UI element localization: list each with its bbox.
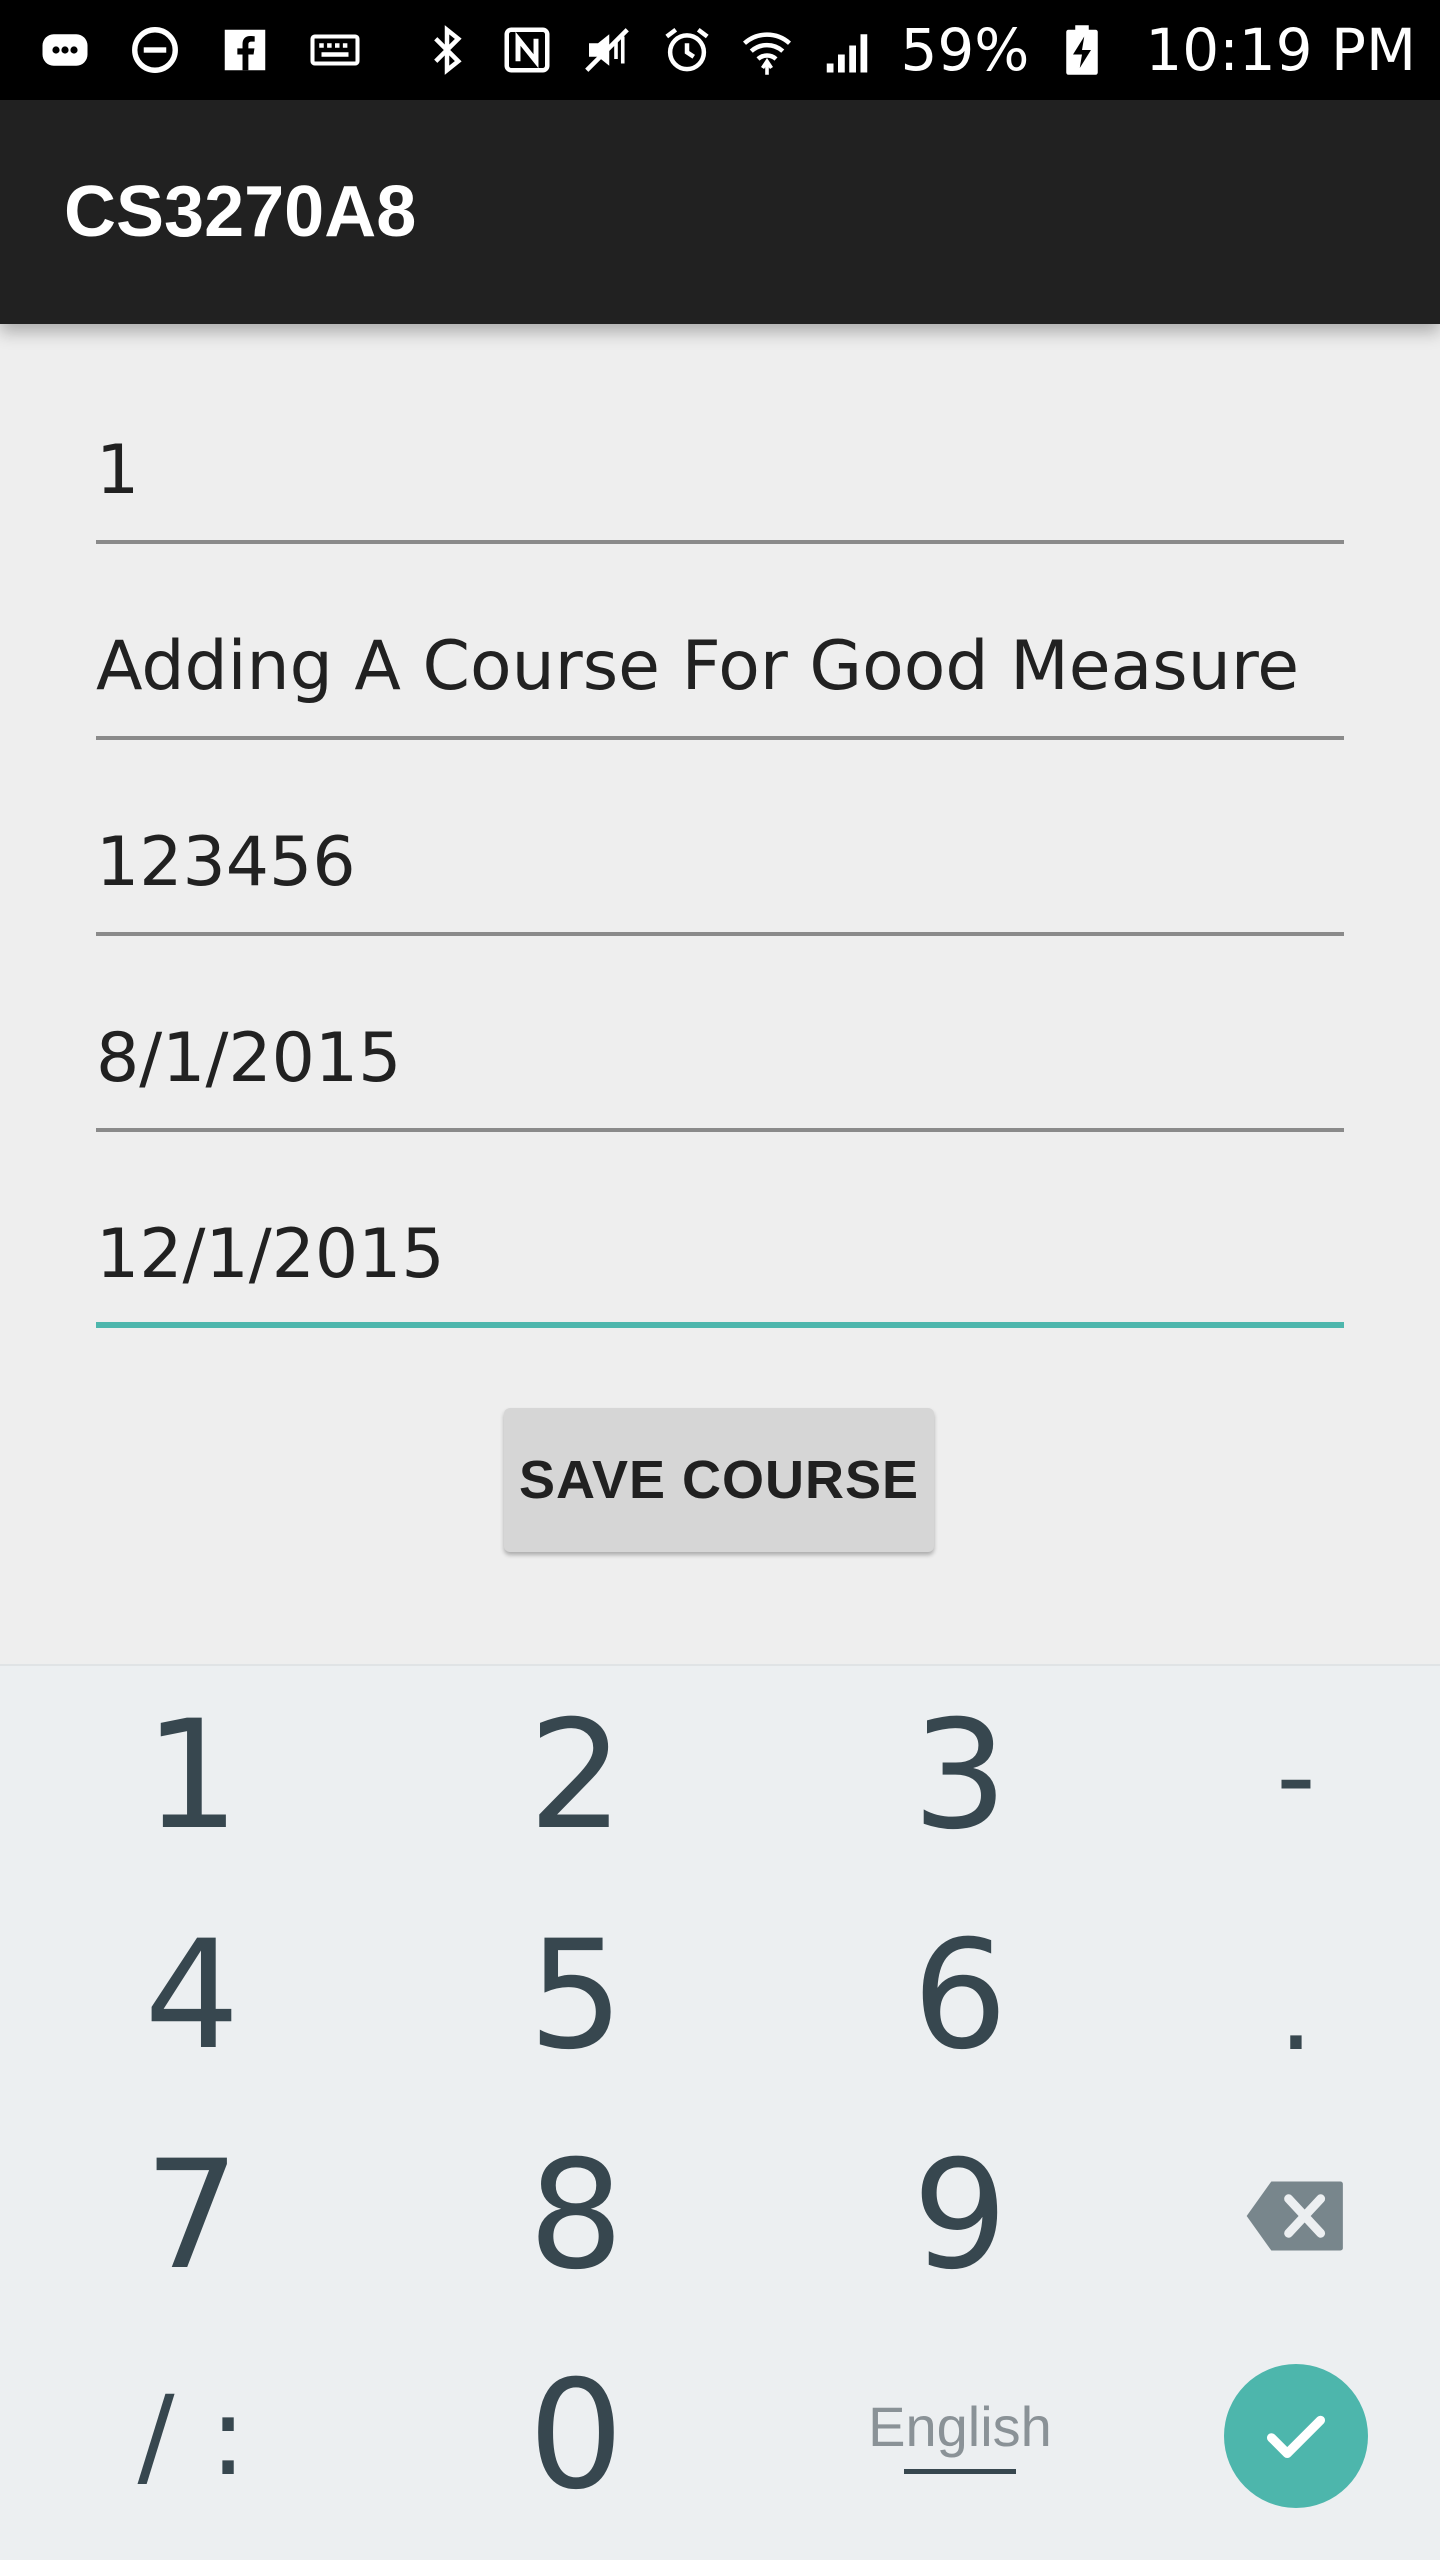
field-underline-focused [96, 1322, 1344, 1328]
key-1[interactable]: 1 [42, 1666, 342, 1886]
numeric-keyboard: 1 2 3 - 4 5 6 . 7 8 9 / : 0 English [0, 1664, 1440, 2560]
course-code-field[interactable]: 123456 [96, 816, 1344, 936]
facebook-icon [218, 23, 272, 77]
clock: 10:19 PM [1145, 16, 1416, 84]
key-9[interactable]: 9 [810, 2106, 1110, 2326]
save-course-button[interactable]: SAVE COURSE [504, 1408, 934, 1552]
app-bar: CS3270A8 [0, 100, 1440, 324]
language-switch-key[interactable]: English [810, 2326, 1110, 2546]
battery-percentage: 59% [900, 16, 1030, 84]
field-underline [96, 1128, 1344, 1132]
backspace-key[interactable] [1146, 2106, 1440, 2326]
key-3[interactable]: 3 [810, 1666, 1110, 1886]
keyboard-icon [308, 23, 362, 77]
key-8[interactable]: 8 [426, 2106, 726, 2326]
signal-icon [820, 23, 874, 77]
status-right-icons: 59% 10:19 PM [420, 16, 1416, 84]
bluetooth-icon [420, 23, 474, 77]
end-date-field[interactable]: 12/1/2015 [96, 1208, 1344, 1328]
key-4[interactable]: 4 [42, 1886, 342, 2106]
key-minus[interactable]: - [1146, 1666, 1440, 1886]
done-key[interactable] [1146, 2326, 1440, 2546]
language-label: English [868, 2394, 1052, 2458]
backspace-icon [1246, 2181, 1343, 2251]
key-period[interactable]: . [1146, 1886, 1440, 2106]
checkmark-icon [1266, 2415, 1326, 2459]
do-not-disturb-icon [128, 23, 182, 77]
key-7[interactable]: 7 [42, 2106, 342, 2326]
key-2[interactable]: 2 [426, 1666, 726, 1886]
nfc-icon [500, 23, 554, 77]
field-underline [96, 540, 1344, 544]
messenger-icon [38, 23, 92, 77]
start-date-field[interactable]: 8/1/2015 [96, 1012, 1344, 1132]
course-id-field[interactable]: 1 [96, 424, 1344, 544]
status-left-icons [38, 23, 362, 77]
key-5[interactable]: 5 [426, 1886, 726, 2106]
course-name-field[interactable]: Adding A Course For Good Measure [96, 620, 1344, 740]
key-0[interactable]: 0 [426, 2326, 726, 2546]
field-value: 8/1/2015 [96, 1019, 402, 1098]
field-value: 123456 [96, 823, 356, 902]
status-bar: 59% 10:19 PM [0, 0, 1440, 100]
wifi-icon [740, 23, 794, 77]
key-slash-colon[interactable]: / : [42, 2326, 342, 2546]
alarm-icon [660, 23, 714, 77]
done-key-circle [1224, 2364, 1368, 2508]
key-6[interactable]: 6 [810, 1886, 1110, 2106]
field-value: 1 [96, 431, 140, 510]
field-value: Adding A Course For Good Measure [96, 627, 1300, 706]
battery-charging-icon [1055, 23, 1109, 77]
app-title: CS3270A8 [64, 172, 417, 252]
field-value: 12/1/2015 [96, 1215, 445, 1294]
field-underline [96, 932, 1344, 936]
vibrate-icon [580, 23, 634, 77]
field-underline [96, 736, 1344, 740]
language-underline [904, 2468, 1016, 2474]
